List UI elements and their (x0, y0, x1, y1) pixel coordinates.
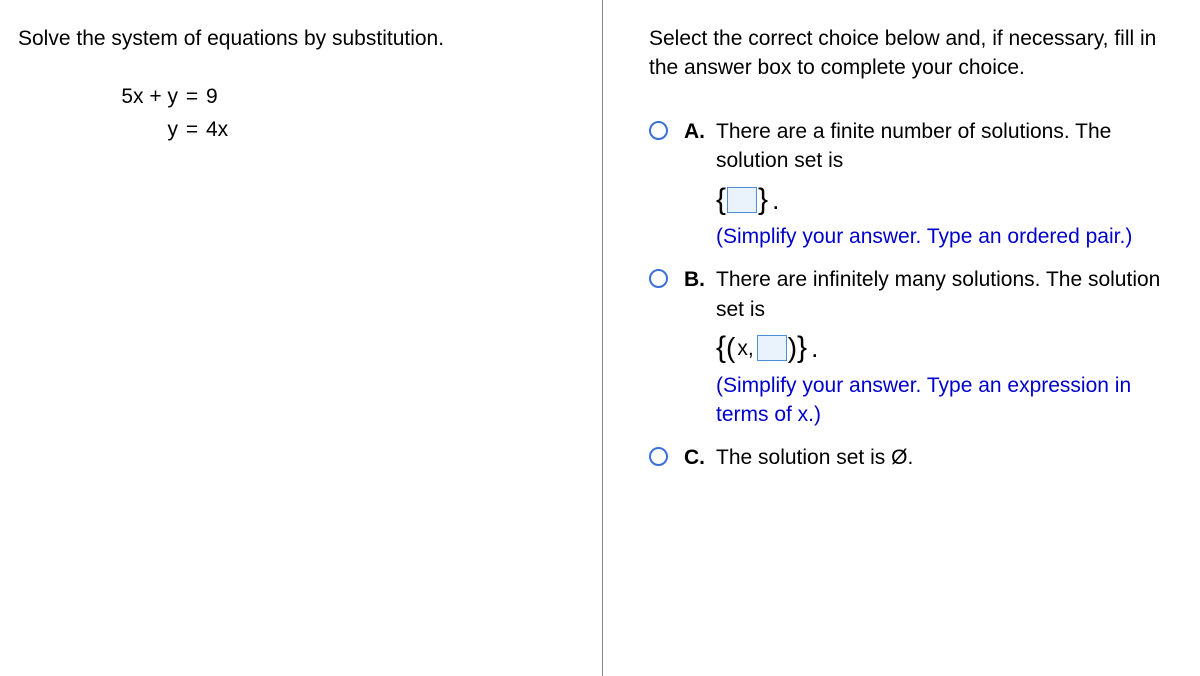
x-comma-text: x, (737, 334, 753, 363)
period-b: . (811, 330, 818, 366)
equation-system: 5x + y = 9 y = 4x (100, 81, 586, 146)
choice-a-text: There are a finite number of solutions. … (716, 120, 1111, 172)
equation-1-equals: = (178, 81, 206, 114)
choice-c-label: C. (684, 443, 706, 472)
equation-1-left: 5x + y (100, 81, 178, 114)
equation-2-left: y (100, 114, 178, 147)
radio-c[interactable] (649, 447, 668, 466)
close-paren-icon: ) (788, 334, 797, 362)
choice-c-body: The solution set is Ø. (716, 443, 1180, 472)
period-a: . (772, 182, 779, 218)
choice-a-answer-line: { } . (716, 182, 1180, 218)
empty-set-icon: Ø (891, 446, 907, 469)
choice-a[interactable]: A. There are a finite number of solution… (649, 117, 1180, 252)
close-brace-icon: } (758, 185, 768, 215)
choice-a-body: There are a finite number of solutions. … (716, 117, 1180, 252)
choice-c-text: The solution set is (716, 446, 891, 469)
answer-input-b[interactable] (757, 335, 787, 361)
choice-b-answer-line: { ( x, ) } . (716, 330, 1180, 366)
radio-a[interactable] (649, 121, 668, 140)
answer-instructions: Select the correct choice below and, if … (649, 24, 1180, 83)
choice-b[interactable]: B. There are infinitely many solutions. … (649, 265, 1180, 429)
equation-2: y = 4x (100, 114, 586, 147)
open-brace-icon: { (716, 333, 726, 363)
answer-panel: Select the correct choice below and, if … (603, 0, 1200, 676)
equation-1: 5x + y = 9 (100, 81, 586, 114)
question-panel: Solve the system of equations by substit… (0, 0, 603, 676)
period-c: . (907, 446, 913, 469)
choice-a-label: A. (684, 117, 706, 146)
choice-b-hint: (Simplify your answer. Type an expressio… (716, 374, 1131, 426)
open-brace-icon: { (716, 185, 726, 215)
open-paren-icon: ( (726, 334, 735, 362)
equation-2-equals: = (178, 114, 206, 147)
choice-a-hint: (Simplify your answer. Type an ordered p… (716, 225, 1132, 248)
answer-input-a[interactable] (727, 187, 757, 213)
choice-b-text: There are infinitely many solutions. The… (716, 268, 1160, 320)
choice-b-label: B. (684, 265, 706, 294)
choice-b-body: There are infinitely many solutions. The… (716, 265, 1180, 429)
equation-2-right: 4x (206, 114, 228, 147)
choice-c[interactable]: C. The solution set is Ø. (649, 443, 1180, 472)
question-prompt: Solve the system of equations by substit… (18, 24, 586, 53)
radio-b[interactable] (649, 269, 668, 288)
equation-1-right: 9 (206, 81, 218, 114)
close-brace-icon: } (797, 333, 807, 363)
